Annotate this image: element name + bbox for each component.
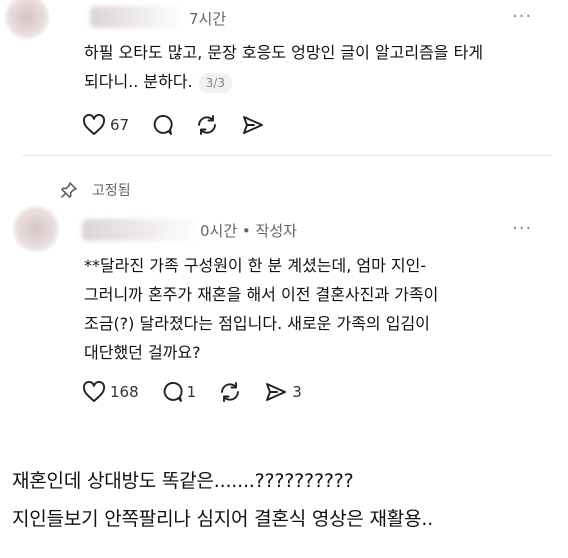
like-button[interactable]: 67 [82,114,129,136]
reply-button[interactable] [151,114,173,136]
comment-icon [153,115,173,135]
comment-body: 하필 오타도 많고, 문장 호응도 엉망인 글이 알고리즘을 타게 되다니.. … [84,38,544,96]
repost-button[interactable] [218,381,242,403]
heart-icon [83,381,105,402]
comment-line: 그러니까 혼주가 재혼을 해서 이전 결혼사진과 가족이 [84,285,439,304]
repost-button[interactable] [195,114,219,136]
divider [22,155,552,156]
comment-time: 0시간 • 작성자 [200,222,297,240]
share-count: 3 [292,383,302,401]
pinned-label: 고정됨 [92,183,131,199]
avatar[interactable] [4,0,50,40]
username[interactable] [90,6,185,28]
caption-line: 지인들보기 안쪽팔리나 심지어 결혼식 영상은 재활용.. [12,508,434,530]
send-icon [266,383,287,401]
pin-icon [61,182,77,198]
comment-line: 조금(?) 달라졌다는 점입니다. 새로운 가족의 입김이 [84,314,430,333]
comment-line: 되다니.. 분하다. 3/3 [84,67,544,96]
like-button[interactable]: 168 [82,381,139,403]
page-badge: 3/3 [198,72,232,93]
like-count: 168 [110,383,139,401]
comment-body: **달라진 가족 구성원이 한 분 계셨는데, 엄마 지인- 그러니까 혼주가 … [84,251,544,367]
repost-icon [198,115,217,135]
caption-line: 재혼인데 상대방도 똑같은.......?????????? [12,470,354,492]
repost-icon [221,382,240,402]
heart-icon [83,114,105,135]
like-count: 67 [110,116,130,134]
comment-line: 하필 오타도 많고, 문장 호응도 엉망인 글이 알고리즘을 타게 [84,43,484,62]
share-button[interactable]: 3 [264,381,302,403]
send-icon [243,116,264,134]
pinned-indicator: 고정됨 [60,180,131,200]
username[interactable] [82,219,202,241]
more-options-icon[interactable]: ··· [512,218,532,239]
avatar[interactable] [12,205,60,253]
reply-button[interactable]: 1 [161,381,197,403]
comment-line: **달라진 가족 구성원이 한 분 계셨는데, 엄마 지인- [84,256,427,275]
comment-time: 7시간 [189,10,227,28]
comment-actions: 168 1 3 [82,381,324,403]
more-options-icon[interactable]: ··· [512,6,532,27]
comment-line: 대단했던 걸까요? [84,343,201,362]
comment-actions: 67 [82,114,287,136]
reply-count: 1 [186,383,197,401]
share-button[interactable] [241,114,265,136]
comment-icon [163,382,183,402]
